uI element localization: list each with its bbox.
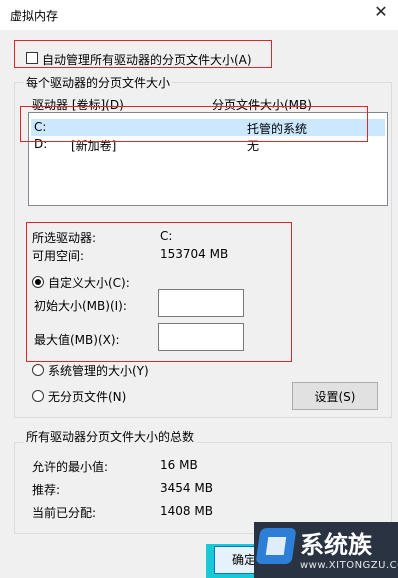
recommended-value: 3454 MB xyxy=(160,481,213,495)
column-drive-header: 驱动器 [卷标](D) xyxy=(32,98,124,112)
max-size-input[interactable] xyxy=(158,323,244,351)
site-watermark: 系统族 www.XITONGZU.COM xyxy=(254,522,398,578)
max-size-label: 最大值(MB)(X): xyxy=(34,333,120,347)
auto-manage-checkbox[interactable] xyxy=(26,52,38,64)
system-managed-label[interactable]: 系统管理的大小(Y) xyxy=(48,362,149,379)
virtual-memory-dialog: 虚拟内存 ✕ 自动管理所有驱动器的分页文件大小(A) 每个驱动器的分页文件大小 … xyxy=(0,0,398,578)
windows-logo-icon xyxy=(255,528,297,564)
drive-volume-label: [新加卷] xyxy=(71,139,117,153)
drive-letter: D: xyxy=(34,137,48,151)
free-space-label: 可用空间: xyxy=(32,249,85,263)
custom-size-radio[interactable] xyxy=(32,276,44,288)
window-title: 虚拟内存 xyxy=(10,9,59,23)
initial-size-input[interactable] xyxy=(158,289,244,317)
drive-row-c[interactable]: C: 托管的系统 xyxy=(31,119,385,136)
selected-drive-value: C: xyxy=(160,229,173,243)
title-bar: 虚拟内存 ✕ xyxy=(0,0,398,30)
column-size-header: 分页文件大小(MB) xyxy=(212,98,312,112)
free-space-value: 153704 MB xyxy=(160,247,229,261)
no-paging-label[interactable]: 无分页文件(N) xyxy=(48,388,126,405)
set-button[interactable]: 设置(S) xyxy=(292,382,378,410)
current-allocated-label: 当前已分配: xyxy=(32,506,97,520)
initial-size-label: 初始大小(MB)(I): xyxy=(34,299,127,313)
totals-group-title: 所有驱动器分页文件大小的总数 xyxy=(24,428,197,445)
watermark-url: www.XITONGZU.COM xyxy=(300,560,398,571)
drives-group-title: 每个驱动器的分页文件大小 xyxy=(24,74,173,91)
min-size-label: 允许的最小值: xyxy=(32,460,109,474)
watermark-brand: 系统族 xyxy=(300,531,372,559)
recommended-label: 推荐: xyxy=(32,483,61,497)
no-paging-radio[interactable] xyxy=(32,390,44,402)
current-allocated-value: 1408 MB xyxy=(160,504,213,518)
close-icon[interactable]: ✕ xyxy=(370,2,392,21)
drive-letter: C: xyxy=(34,120,47,134)
drive-paging-size: 托管的系统 xyxy=(247,122,308,136)
system-managed-radio[interactable] xyxy=(32,364,44,376)
drive-row-d[interactable]: D: [新加卷] 无 xyxy=(31,136,385,153)
selected-drive-label: 所选驱动器: xyxy=(32,231,97,245)
custom-size-label[interactable]: 自定义大小(C): xyxy=(48,274,130,291)
auto-manage-label[interactable]: 自动管理所有驱动器的分页文件大小(A) xyxy=(42,51,252,68)
drives-list[interactable]: C: 托管的系统 D: [新加卷] 无 xyxy=(28,112,388,206)
min-size-value: 16 MB xyxy=(160,458,198,472)
drive-paging-size: 无 xyxy=(247,139,260,153)
